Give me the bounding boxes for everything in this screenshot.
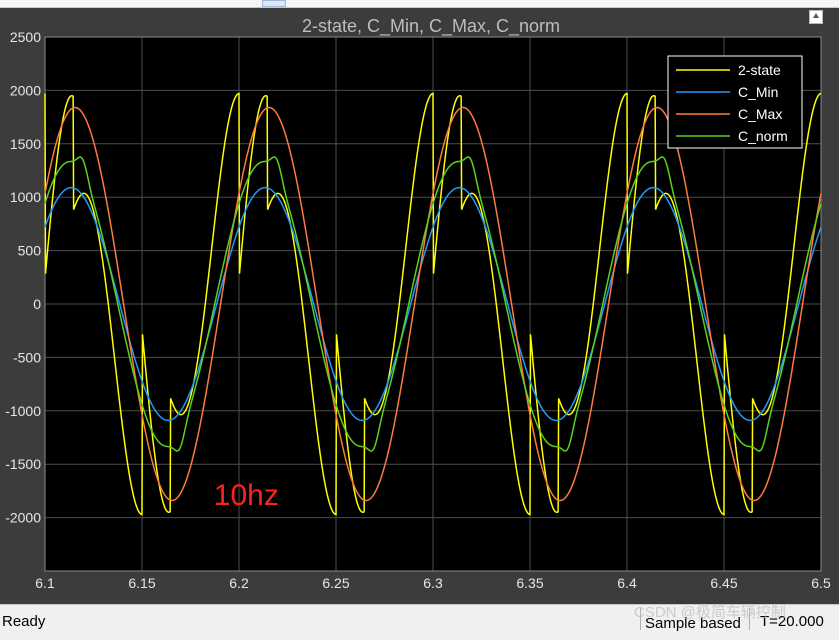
x-tick-label: 6.2 bbox=[229, 575, 249, 591]
legend[interactable]: 2-state C_Min C_Max C_norm bbox=[667, 55, 803, 149]
y-tick-label: 1500 bbox=[10, 136, 41, 152]
x-tick-label: 6.4 bbox=[617, 575, 637, 591]
y-tick-label: 0 bbox=[33, 296, 41, 312]
x-tick-label: 6.5 bbox=[811, 575, 831, 591]
y-tick-label: -1500 bbox=[5, 456, 41, 472]
legend-label: C_Min bbox=[738, 84, 778, 100]
y-tick-label: 500 bbox=[18, 243, 42, 259]
annotation-frequency: 10hz bbox=[214, 479, 279, 512]
y-tick-label: 2000 bbox=[10, 82, 41, 98]
y-tick-label: 1000 bbox=[10, 189, 41, 205]
undock-button[interactable] bbox=[809, 10, 823, 24]
x-tick-label: 6.3 bbox=[423, 575, 443, 591]
status-ready: Ready bbox=[2, 613, 46, 630]
legend-label: C_norm bbox=[738, 128, 788, 144]
y-tick-label: -2000 bbox=[5, 510, 41, 526]
plot-area: 2-state, C_Min, C_Max, C_norm 2500 2000 15… bbox=[5, 16, 831, 591]
x-tick-label: 6.35 bbox=[516, 575, 543, 591]
y-tick-label: -1000 bbox=[5, 403, 41, 419]
y-tick-label: -500 bbox=[13, 349, 41, 365]
scope-window: 2-state, C_Min, C_Max, C_norm 2500 2000 15… bbox=[0, 0, 839, 633]
x-tick-label: 6.1 bbox=[35, 575, 55, 591]
x-tick-label: 6.25 bbox=[322, 575, 349, 591]
x-tick-label: 6.45 bbox=[710, 575, 737, 591]
y-tick-label: 2500 bbox=[10, 29, 41, 45]
chart-title: 2-state, C_Min, C_Max, C_norm bbox=[302, 16, 560, 37]
legend-label: 2-state bbox=[738, 62, 781, 78]
legend-label: C_Max bbox=[738, 106, 782, 122]
x-tick-label: 6.15 bbox=[128, 575, 155, 591]
x-axis-ticks: 6.1 6.15 6.2 6.25 6.3 6.35 6.4 6.45 6.5 bbox=[35, 575, 831, 591]
watermark: CSDN @极简车辆控制 bbox=[634, 604, 786, 621]
y-axis-ticks: 2500 2000 1500 1000 500 0 -500 -1000 -1500 -2000 bbox=[5, 29, 41, 526]
